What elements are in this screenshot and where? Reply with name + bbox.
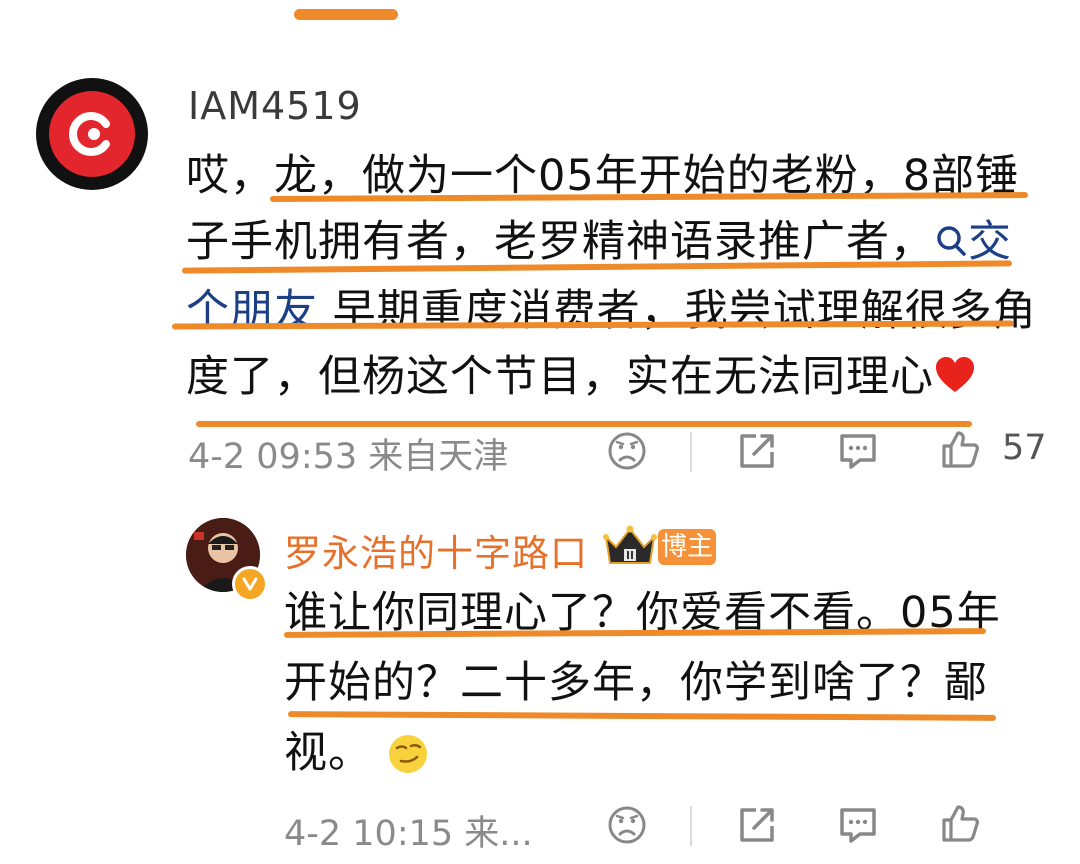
comment-icon xyxy=(840,808,876,843)
avatar-logo xyxy=(49,91,135,177)
reply-like-button[interactable] xyxy=(936,800,984,848)
comment-text-part1: 哎，龙，做为一个05年开始的老粉，8部锤子手机拥有者，老罗精神语录推广者， xyxy=(186,151,1020,267)
comment-icon xyxy=(840,434,876,469)
comment-location: 来自天津 xyxy=(368,437,509,477)
action-divider xyxy=(690,806,692,846)
sad-face-icon xyxy=(608,432,646,470)
reply-location: 来... xyxy=(464,814,533,854)
comment-body: 哎，龙，做为一个05年开始的老粉，8部锤子手机拥有者，老罗精神语录推广者， 交个朋… xyxy=(186,143,1046,414)
like-icon xyxy=(942,805,979,842)
reply-meta: 4-2 10:15 来... xyxy=(284,805,533,856)
reply-time: 4-2 10:15 xyxy=(284,814,454,854)
reply-body: 谁让你同理心了？你爱看不看。05年开始的？二十多年，你学到啥了？鄙视。 xyxy=(284,578,1024,796)
drag-handle[interactable] xyxy=(294,9,398,20)
verified-icon xyxy=(232,566,268,602)
comment-meta: 4-2 09:53 来自天津 xyxy=(188,428,508,479)
reply-comment-button[interactable] xyxy=(834,802,882,848)
blogger-badge: 博主 xyxy=(658,529,716,565)
search-icon xyxy=(934,212,968,278)
comment-username[interactable]: IAM4519 xyxy=(188,84,362,128)
heart-icon xyxy=(934,348,976,414)
comment-screenshot: IAM4519 哎，龙，做为一个05年开始的老粉，8部锤子手机拥有者，老罗精神语… xyxy=(0,0,1080,864)
like-icon xyxy=(942,431,979,468)
sad-face-button[interactable] xyxy=(604,428,650,474)
comment-time: 4-2 09:53 xyxy=(188,437,358,477)
highlight-underline xyxy=(196,421,972,427)
like-button[interactable] xyxy=(936,426,984,474)
action-divider xyxy=(690,432,692,472)
reply-author[interactable]: 罗永浩的十字路口 xyxy=(284,523,588,577)
like-count: 57 xyxy=(1002,428,1047,468)
share-icon xyxy=(740,434,774,468)
smirk-emoji-icon xyxy=(387,726,429,796)
reply-sad-face-button[interactable] xyxy=(604,802,650,848)
reply-share-button[interactable] xyxy=(734,802,780,848)
sad-face-icon xyxy=(608,806,646,844)
avatar[interactable] xyxy=(36,78,148,190)
crown-icon xyxy=(600,523,660,573)
comment-button[interactable] xyxy=(834,428,882,474)
share-button[interactable] xyxy=(734,428,780,474)
share-icon xyxy=(740,808,774,842)
